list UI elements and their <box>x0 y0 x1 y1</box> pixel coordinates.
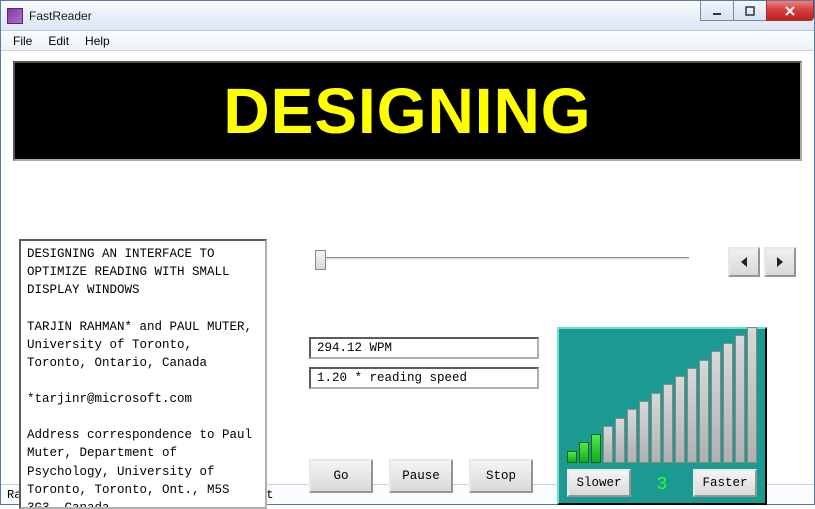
menu-file[interactable]: File <box>5 32 40 50</box>
speed-bar <box>687 368 697 463</box>
app-icon <box>7 8 23 24</box>
speed-bar <box>615 418 625 463</box>
menu-edit[interactable]: Edit <box>40 32 77 50</box>
speed-bar <box>675 376 685 463</box>
speed-bar <box>651 393 661 463</box>
window-title: FastReader <box>29 9 92 23</box>
speed-bars <box>567 339 757 463</box>
source-text-box[interactable]: DESIGNING AN INTERFACE TO OPTIMIZE READI… <box>19 239 267 509</box>
close-button[interactable] <box>766 1 814 21</box>
speed-bar <box>603 426 613 463</box>
nav-buttons <box>728 247 796 277</box>
slider-thumb[interactable] <box>315 250 326 270</box>
speed-bar <box>591 434 601 463</box>
speed-bar <box>579 442 589 463</box>
speed-bar <box>735 335 745 463</box>
client-area: DESIGNING DESIGNING AN INTERFACE TO OPTI… <box>1 51 814 484</box>
speed-bar <box>723 343 733 463</box>
go-button[interactable]: Go <box>309 459 373 493</box>
faster-button[interactable]: Faster <box>693 469 757 497</box>
next-button[interactable] <box>764 247 796 277</box>
slider-track <box>321 257 689 260</box>
word-display-panel: DESIGNING <box>13 61 802 161</box>
speed-visualizer: Slower 3 Faster <box>557 327 767 505</box>
prev-button[interactable] <box>728 247 760 277</box>
wpm-readout: 294.12 WPM <box>309 337 539 359</box>
pause-button[interactable]: Pause <box>389 459 453 493</box>
maximize-button[interactable] <box>733 1 767 21</box>
speed-bar <box>639 401 649 463</box>
speed-bar <box>567 451 577 463</box>
speed-bar <box>627 409 637 463</box>
speed-bar <box>663 384 673 463</box>
speed-readout: 1.20 * reading speed <box>309 367 539 389</box>
menu-help[interactable]: Help <box>77 32 118 50</box>
stop-button[interactable]: Stop <box>469 459 533 493</box>
speed-bar <box>747 327 757 463</box>
window-controls <box>701 1 814 21</box>
minimize-button[interactable] <box>700 1 734 21</box>
window-titlebar: FastReader <box>1 1 814 31</box>
menubar: File Edit Help <box>1 31 814 51</box>
current-word: DESIGNING <box>223 74 591 148</box>
speed-bar <box>699 360 709 463</box>
position-slider[interactable] <box>309 247 689 273</box>
speed-bar <box>711 351 721 463</box>
